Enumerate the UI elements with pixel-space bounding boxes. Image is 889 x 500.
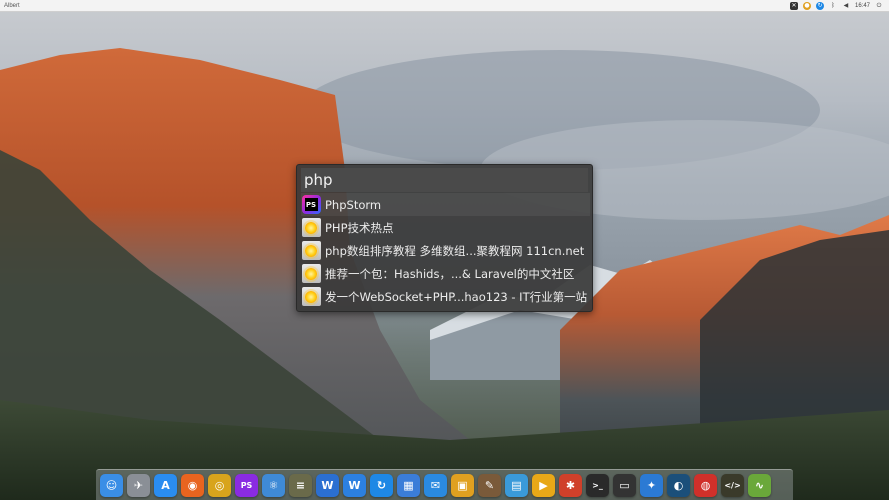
terminal-icon[interactable]: >_ bbox=[586, 473, 609, 497]
code-editor-icon[interactable]: </> bbox=[721, 473, 744, 497]
result-label: PHP技术热点 bbox=[325, 220, 394, 235]
power-icon[interactable]: ⏻ bbox=[875, 2, 883, 10]
result-item[interactable]: php数组排序教程 多维数组...聚教程网 111cn.net bbox=[301, 239, 590, 262]
phpstorm-icon: PS bbox=[301, 195, 321, 215]
app-store-icon[interactable]: A bbox=[154, 473, 177, 497]
feather-icon[interactable]: ✎ bbox=[478, 473, 501, 497]
top-panel: Albert ✕ ● ↻ ᛒ ◀ 16:47 ⏻ bbox=[0, 0, 889, 12]
launcher-query-box[interactable] bbox=[301, 168, 588, 192]
chrome-icon[interactable]: ● bbox=[802, 1, 811, 10]
result-label: php数组排序教程 多维数组...聚教程网 111cn.net bbox=[325, 243, 585, 258]
apps-grid-icon[interactable]: ▦ bbox=[397, 473, 420, 497]
files-icon[interactable]: ▣ bbox=[451, 473, 474, 497]
phpstorm-icon[interactable]: PS bbox=[235, 473, 258, 497]
firefox-icon[interactable]: ◉ bbox=[181, 473, 204, 497]
close-icon[interactable]: ✕ bbox=[789, 1, 798, 10]
result-label: PhpStorm bbox=[325, 197, 382, 212]
result-item[interactable]: 推荐一个包：Hashids，...& Laravel的中文社区 bbox=[301, 262, 590, 285]
volume-icon[interactable]: ◀ bbox=[842, 2, 850, 10]
result-label: 推荐一个包：Hashids，...& Laravel的中文社区 bbox=[325, 266, 575, 281]
safari-icon[interactable]: ✦ bbox=[640, 473, 663, 497]
web-search-icon bbox=[301, 241, 321, 261]
result-item-phpstorm[interactable]: PS PhpStorm bbox=[301, 193, 590, 216]
albert-launcher: PS PhpStorm PHP技术热点 php数组排序教程 多维数组...聚教程… bbox=[296, 164, 593, 312]
wps-writer-icon[interactable]: W bbox=[316, 473, 339, 497]
search-input[interactable] bbox=[301, 171, 581, 189]
clock[interactable]: 16:47 bbox=[855, 3, 870, 9]
active-app-name: Albert bbox=[4, 2, 20, 9]
steam-icon[interactable]: ◐ bbox=[667, 473, 690, 497]
result-item[interactable]: PHP技术热点 bbox=[301, 216, 590, 239]
notes-icon[interactable]: ≡ bbox=[289, 473, 312, 497]
dock: ☺ ✈ A ◉ ◎ PS ⚛ ≡ W W ↻ ▦ ✉ ▣ ✎ ▤ ▶ ✱ >_ ▭ ✦ ◐ ◍ </> ∿ bbox=[96, 469, 793, 500]
mail-icon[interactable]: ✉ bbox=[424, 473, 447, 497]
video-icon[interactable]: ▶ bbox=[532, 473, 555, 497]
sync-icon[interactable]: ↻ bbox=[815, 1, 824, 10]
bluetooth-icon[interactable]: ᛒ bbox=[829, 2, 837, 10]
result-label: 发一个WebSocket+PHP...hao123 - IT行业第一站 bbox=[325, 289, 588, 304]
sync-icon[interactable]: ↻ bbox=[370, 473, 393, 497]
chrome-icon[interactable]: ◎ bbox=[208, 473, 231, 497]
web-search-icon bbox=[301, 287, 321, 307]
result-item[interactable]: 发一个WebSocket+PHP...hao123 - IT行业第一站 bbox=[301, 285, 590, 308]
result-list: PS PhpStorm PHP技术热点 php数组排序教程 多维数组...聚教程… bbox=[301, 193, 590, 308]
monitor-icon[interactable]: ▭ bbox=[613, 473, 636, 497]
netease-music-icon[interactable]: ◍ bbox=[694, 473, 717, 497]
atom-icon[interactable]: ⚛ bbox=[262, 473, 285, 497]
system-tray: ✕ ● ↻ ᛒ ◀ 16:47 ⏻ bbox=[789, 1, 883, 10]
web-search-icon bbox=[301, 218, 321, 238]
launchpad-icon[interactable]: ✈ bbox=[127, 473, 150, 497]
finder-icon[interactable]: ☺ bbox=[100, 473, 123, 497]
activity-monitor-icon[interactable]: ∿ bbox=[748, 473, 771, 497]
web-search-icon bbox=[301, 264, 321, 284]
calendar-icon[interactable]: ✱ bbox=[559, 473, 582, 497]
word-icon[interactable]: W bbox=[343, 473, 366, 497]
image-viewer-icon[interactable]: ▤ bbox=[505, 473, 528, 497]
